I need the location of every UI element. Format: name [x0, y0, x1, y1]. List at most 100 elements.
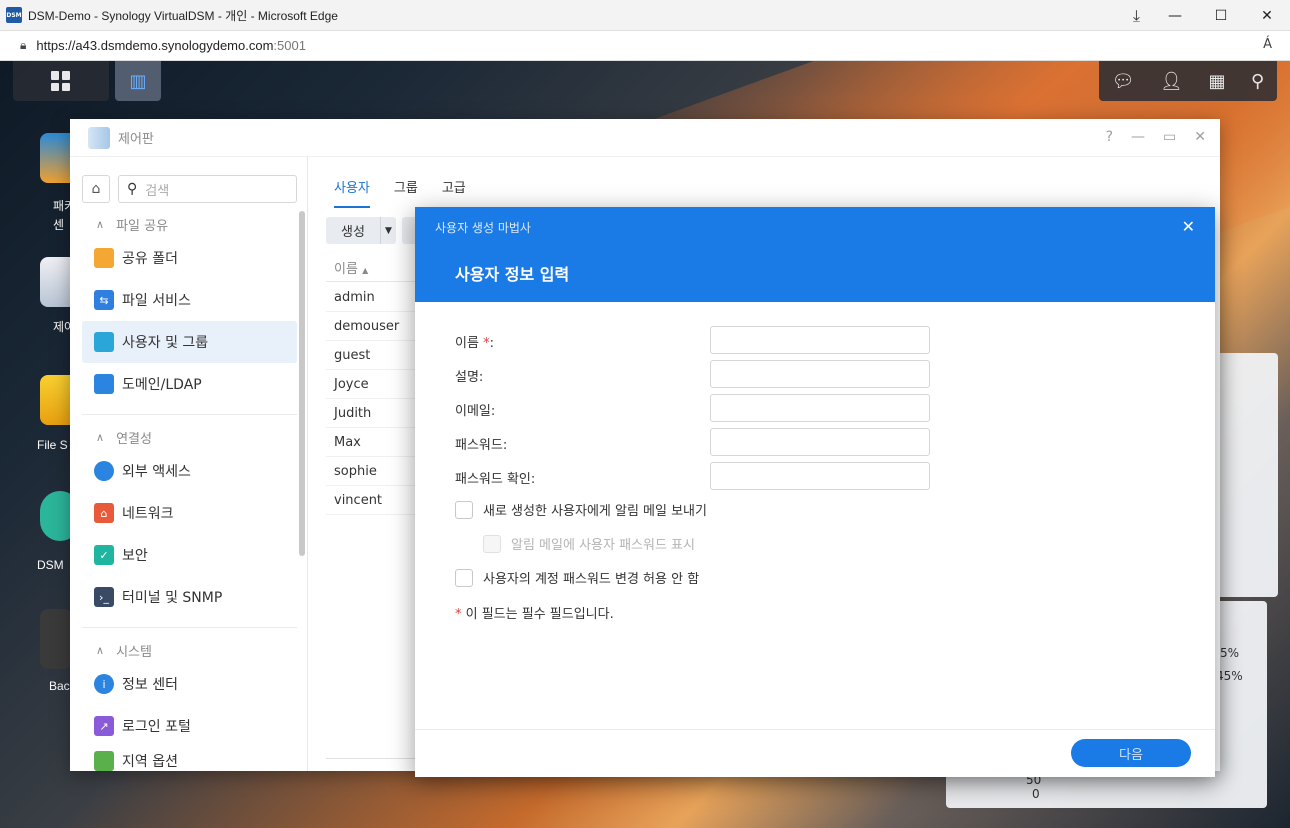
column-header-name[interactable]: 이름 ▲ [334, 258, 368, 277]
checkbox-box[interactable] [483, 534, 501, 553]
checkbox-label: 사용자의 계정 패스워드 변경 허용 안 함 [483, 572, 700, 587]
password-input[interactable] [710, 428, 930, 456]
send-mail-checkbox[interactable]: 새로 생성한 사용자에게 알림 메일 보내기 [455, 500, 707, 519]
help-icon[interactable]: ? [1106, 129, 1113, 145]
wizard-header: 사용자 생성 마법사 사용자 정보 입력 ✕ [415, 207, 1215, 302]
control-panel-title: 제어판 [118, 132, 154, 147]
sidebar-item-label: 외부 액세스 [122, 464, 191, 480]
search-icon: ⚲ [127, 181, 138, 197]
name-input[interactable] [710, 326, 930, 354]
maximize-icon[interactable]: ▭ [1163, 129, 1176, 145]
section-file-sharing[interactable]: ∧ 파일 공유 [96, 215, 168, 234]
window-title: DSM-Demo - Synology VirtualDSM - 개인 - Mi… [28, 8, 338, 23]
backup-icon[interactable] [40, 609, 72, 669]
window-controls: — ☐ ✕ [1152, 0, 1290, 31]
control-panel-sidebar: ⌂ ⚲ 검색 ∧ 파일 공유 공유 폴더 ⇆ 파일 서비스 사용자 및 그룹 도메인… [70, 157, 308, 771]
sidebar-item-file-services[interactable]: ⇆ 파일 서비스 [82, 279, 297, 321]
checkbox-box[interactable] [455, 500, 473, 519]
sidebar-item-user-group[interactable]: 사용자 및 그룹 [82, 321, 297, 363]
sidebar-item-security[interactable]: ✓ 보안 [82, 534, 297, 576]
tab-advanced[interactable]: 고급 [442, 177, 466, 208]
column-label: 이름 [334, 262, 358, 277]
sidebar-item-label: 사용자 및 그룹 [122, 335, 209, 351]
url-text[interactable]: https://a43.dsmdemo.synologydemo.com:500… [36, 38, 306, 53]
next-button[interactable]: 다음 [1071, 739, 1191, 767]
create-user-wizard: 사용자 생성 마법사 사용자 정보 입력 ✕ 이름 *: 설명: 이메일: 패스… [415, 207, 1215, 777]
download-icon[interactable]: ⤓ [1133, 6, 1140, 26]
show-password-checkbox[interactable]: 알림 메일에 사용자 패스워드 표시 [483, 534, 695, 553]
wizard-step-title: 사용자 정보 입력 [455, 265, 570, 284]
user-icon[interactable]: 👤︎ [1160, 71, 1183, 92]
section-label: 연결성 [116, 432, 152, 447]
description-label: 설명: [455, 370, 484, 385]
sidebar-item-terminal-snmp[interactable]: ›_ 터미널 및 SNMP [82, 576, 297, 618]
sidebar-item-domain-ldap[interactable]: 도메인/LDAP [82, 363, 297, 405]
checkbox-box[interactable] [455, 568, 473, 587]
sidebar-item-shared-folder[interactable]: 공유 폴더 [82, 237, 297, 279]
home-icon: ⌂ [91, 181, 101, 197]
section-label: 시스템 [116, 645, 152, 660]
user-row[interactable]: guest [334, 348, 370, 363]
confirm-password-input[interactable] [710, 462, 930, 490]
grid-icon [51, 71, 71, 91]
taskbar-control-panel-icon[interactable]: ▥ [115, 61, 161, 101]
user-tabs: 사용자 그룹 고급 [334, 177, 466, 208]
close-icon[interactable]: ✕ [1244, 0, 1290, 31]
desktop-label-dsm: DSM [37, 558, 64, 572]
user-row[interactable]: vincent [334, 493, 382, 508]
create-dropdown-caret-icon[interactable]: ▼ [380, 217, 396, 244]
close-icon[interactable]: ✕ [1194, 129, 1206, 145]
minimize-icon[interactable]: — [1131, 129, 1145, 145]
browser-titlebar: DSM DSM-Demo - Synology VirtualDSM - 개인 … [0, 0, 1290, 31]
widget-top [1212, 353, 1278, 597]
sidebar-item-label: 로그인 포털 [122, 719, 191, 735]
user-row[interactable]: sophie [334, 464, 377, 479]
create-button[interactable]: 생성 [326, 217, 380, 244]
sort-asc-icon: ▲ [362, 266, 369, 275]
sidebar-item-info-center[interactable]: i 정보 센터 [82, 663, 297, 705]
email-input[interactable] [710, 394, 930, 422]
search-icon[interactable]: ⚲ [1251, 71, 1264, 92]
sidebar-item-external-access[interactable]: 외부 액세스 [82, 450, 297, 492]
search-input[interactable]: ⚲ 검색 [118, 175, 297, 203]
user-row[interactable]: demouser [334, 319, 399, 334]
main-menu-button[interactable] [13, 61, 109, 101]
checkbox-label: 알림 메일에 사용자 패스워드 표시 [511, 538, 695, 553]
lock-icon[interactable]: 🔒︎ [20, 38, 26, 53]
close-icon[interactable]: ✕ [1182, 217, 1195, 236]
address-bar[interactable]: 🔒︎ https://a43.dsmdemo.synologydemo.com:… [0, 31, 1290, 61]
file-services-icon: ⇆ [94, 290, 114, 310]
chevron-up-icon: ∧ [96, 431, 105, 444]
user-row[interactable]: Max [334, 435, 361, 450]
user-row[interactable]: admin [334, 290, 375, 305]
section-connectivity[interactable]: ∧ 연결성 [96, 428, 152, 447]
control-panel-app-icon [88, 126, 110, 149]
sidebar-item-label: 지역 옵션 [122, 754, 178, 770]
section-system[interactable]: ∧ 시스템 [96, 641, 152, 660]
home-button[interactable]: ⌂ [82, 175, 110, 203]
chevron-up-icon: ∧ [96, 218, 105, 231]
sidebar-item-regional[interactable]: 지역 옵션 [82, 747, 297, 771]
maximize-icon[interactable]: ☐ [1198, 0, 1244, 31]
name-label: 이름 *: [455, 332, 494, 351]
description-input[interactable] [710, 360, 930, 388]
read-aloud-icon[interactable]: Á [1263, 37, 1272, 52]
sidebar-item-label: 터미널 및 SNMP [122, 590, 223, 606]
url-host: https://a43.dsmdemo.synologydemo.com [36, 38, 274, 53]
disallow-password-change-checkbox[interactable]: 사용자의 계정 패스워드 변경 허용 안 함 [455, 568, 699, 587]
note-text: 이 필드는 필수 필드입니다. [461, 607, 614, 622]
sidebar-item-label: 도메인/LDAP [122, 377, 202, 393]
sidebar-item-login-portal[interactable]: ↗ 로그인 포털 [82, 705, 297, 747]
top-right-toolbar: 💬︎ 👤︎ ▦ ⚲ [1099, 61, 1277, 101]
tab-groups[interactable]: 그룹 [394, 177, 418, 208]
user-row[interactable]: Joyce [334, 377, 369, 392]
tab-users[interactable]: 사용자 [334, 177, 370, 208]
user-row[interactable]: Judith [334, 406, 371, 421]
sidebar-item-network[interactable]: ⌂ 네트워크 [82, 492, 297, 534]
minimize-icon[interactable]: — [1152, 0, 1198, 31]
sidebar-scrollbar[interactable] [299, 211, 305, 556]
label-colon: : [489, 336, 494, 351]
external-access-icon [94, 461, 114, 481]
chat-icon[interactable]: 💬︎ [1112, 71, 1135, 92]
widgets-icon[interactable]: ▦ [1209, 71, 1226, 92]
